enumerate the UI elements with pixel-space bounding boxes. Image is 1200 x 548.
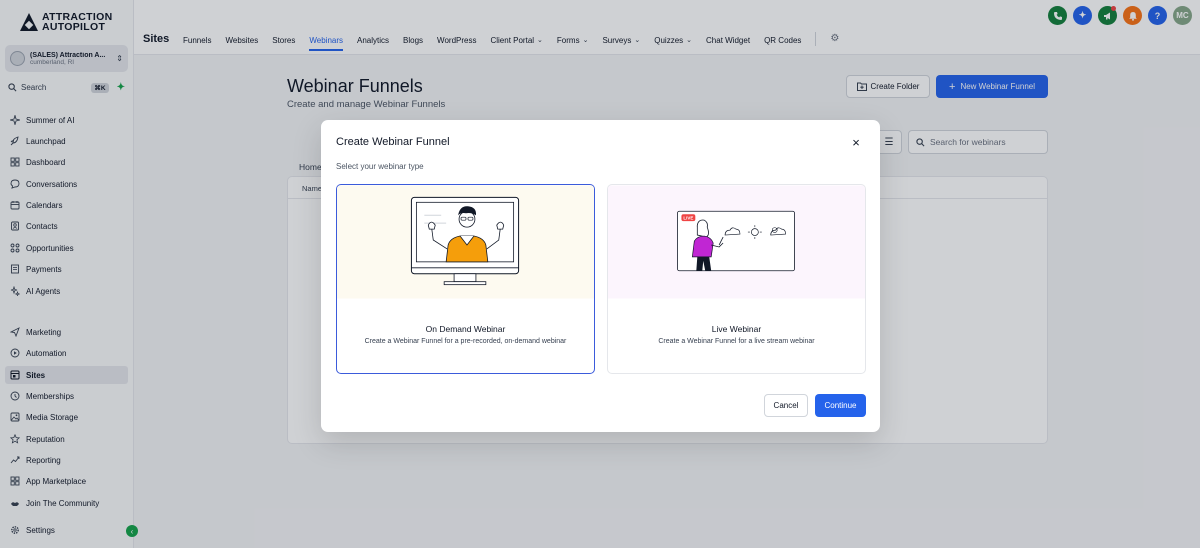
modal-title: Create Webinar Funnel xyxy=(336,136,450,148)
create-webinar-funnel-modal: Create Webinar Funnel × Select your webi… xyxy=(321,120,880,432)
on-demand-webinar-option[interactable]: On Demand Webinar Create a Webinar Funne… xyxy=(336,184,595,374)
continue-button[interactable]: Continue xyxy=(815,394,866,417)
option-description: Create a Webinar Funnel for a pre-record… xyxy=(364,338,567,345)
modal-subtitle: Select your webinar type xyxy=(336,162,424,171)
option-title: On Demand Webinar xyxy=(425,324,506,334)
live-webinar-option[interactable]: LIVE Live Webinar Create a Webinar Funne… xyxy=(607,184,866,374)
option-title: Live Webinar xyxy=(711,324,762,334)
live-illustration: LIVE xyxy=(608,185,865,299)
cancel-button[interactable]: Cancel xyxy=(764,394,808,417)
option-description: Create a Webinar Funnel for a live strea… xyxy=(658,338,815,345)
close-icon[interactable]: × xyxy=(850,136,862,149)
live-badge: LIVE xyxy=(683,216,693,221)
on-demand-illustration xyxy=(337,185,594,299)
